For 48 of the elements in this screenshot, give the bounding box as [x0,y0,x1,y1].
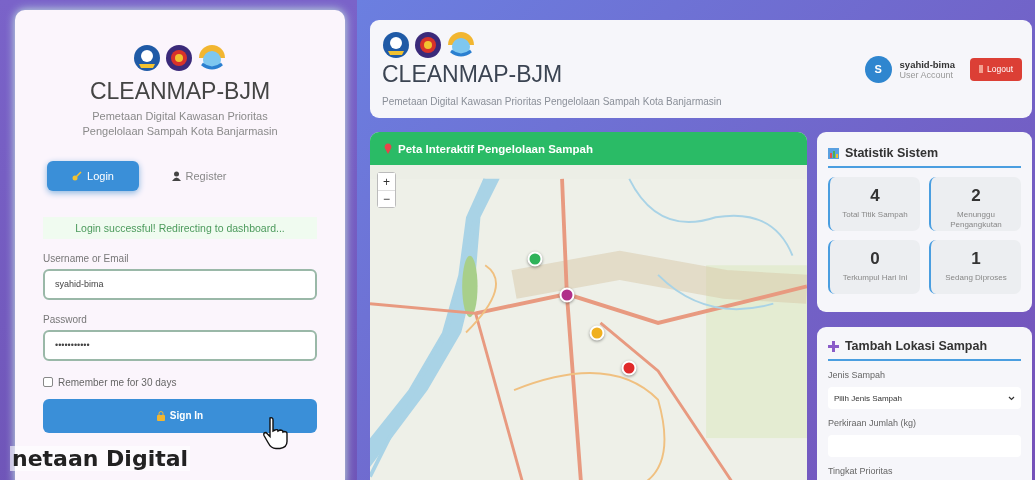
field-label: Jenis Sampah [827,370,886,380]
user-avatar: S [864,55,892,83]
emblem-icon [446,31,476,59]
waste-type-dropdown[interactable]: Pilih Jenis Sampah [827,387,1021,409]
app-subtitle: Pemetaan Digital Kawasan Prioritas Pengelolaan Sampah Kota Banjarmasin [382,96,722,107]
emblem-icon [197,44,227,72]
lock-icon [156,410,165,421]
key-icon [72,170,83,181]
stat-label: Total Titik Sampah [842,210,908,221]
stats-title: Statistik Sistem [827,146,1021,168]
map-header: Peta Interaktif Pengelolaan Sampah [370,132,807,165]
stat-label: Menunggu Pengangkutan [949,210,1003,231]
app-title: CLEANMAP-BJM [382,61,564,88]
emblem-icon [133,44,161,72]
emblem-icon [382,31,410,59]
field-label: Perkiraan Jumlah (kg) [827,418,917,428]
emblem-icon [414,31,442,59]
user-role: User Account [899,69,954,80]
stat-value: 0 [870,249,880,269]
door-icon [979,65,983,73]
field-label: Username or Email [43,252,129,264]
stat-value: 1 [971,249,981,269]
success-alert: Login successful! Redirecting to dashboard... [43,216,317,239]
logout-button[interactable]: Logout [970,57,1022,81]
user-name: syahid-bima [899,58,955,70]
user-icon [171,170,181,181]
field-label: Tingkat Prioritas [827,466,894,476]
video-caption: netaan Digital [10,446,191,471]
app-title: CLEANMAP-BJM [89,78,271,105]
stat-label: Sedang Diproses [945,273,1007,284]
form-title: Tambah Lokasi Sampah [827,339,1021,361]
stat-value: 4 [870,186,880,206]
app-subtitle: Pemetaan Digital Kawasan Prioritas Pengelolaan Sampah Kota Banjarmasin [81,109,279,139]
hand-cursor-icon [262,416,288,450]
field-label: Password [43,313,87,325]
bar-chart-icon [827,147,839,159]
remember-label: Remember me for 30 days [58,376,177,388]
stat-label: Terkumpul Hari Ini [842,273,908,284]
pin-icon [384,143,392,154]
username-field[interactable]: syahid-bima [43,268,317,300]
chevron-down-icon [1008,395,1015,401]
zoom-out-button[interactable]: − [378,190,395,207]
password-field[interactable]: ••••••••••• [43,329,317,361]
emblem-icon [165,44,193,72]
remember-checkbox[interactable] [43,377,53,388]
tab[interactable]: Register [153,160,245,191]
plus-icon [827,340,839,352]
stat-value: 2 [971,186,981,206]
